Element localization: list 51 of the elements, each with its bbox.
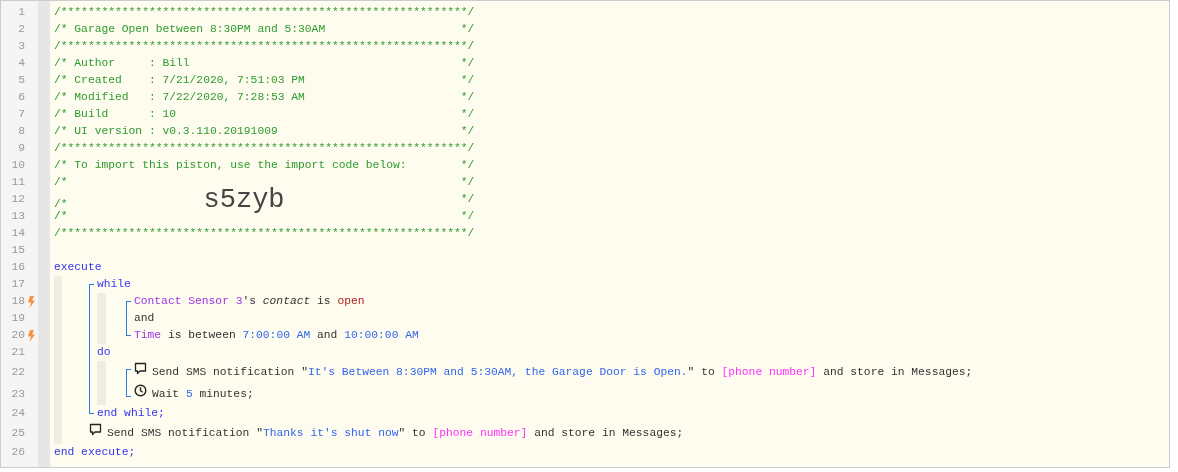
- line-number: 22: [11, 364, 25, 380]
- code-line: Contact Sensor 3's contact is open: [134, 294, 365, 310]
- line-number: 1: [18, 5, 25, 21]
- line-number: 11: [11, 175, 25, 191]
- line-number: 26: [11, 445, 25, 461]
- line-number: 15: [11, 243, 25, 259]
- code-line: and: [134, 311, 155, 327]
- code-line: Send SMS notification "It's Between 8:30PM and 5:30AM, the Garage Door is Open." to [phone number] and store in Messages;: [152, 364, 973, 380]
- line-number: 9: [18, 141, 25, 157]
- line-number: 25: [11, 425, 25, 441]
- code-line: /* Author : Bill */: [54, 56, 475, 72]
- clock-icon: [134, 384, 147, 397]
- code-line: /************************************************************/: [54, 39, 475, 55]
- code-line: /************************************************************/: [54, 5, 475, 21]
- line-number: 19: [11, 311, 25, 327]
- line-number: 23: [11, 386, 25, 402]
- line-number: 10: [11, 158, 25, 174]
- code-line: end while;: [97, 406, 165, 422]
- code-line: /************************************************************/: [54, 141, 475, 157]
- line-number: 17: [11, 277, 25, 293]
- line-number: 8: [18, 124, 25, 140]
- code-line: /* To import this piston, use the import code below: */: [54, 158, 475, 174]
- line-number: 4: [18, 56, 25, 72]
- line-number: 12: [11, 192, 25, 208]
- speech-bubble-icon: [134, 362, 147, 375]
- code-line: /* Created : 7/21/2020, 7:51:03 PM */: [54, 73, 475, 89]
- code-line: Time is between 7:00:00 AM and 10:00:00 AM: [134, 328, 419, 344]
- line-number: 16: [11, 260, 25, 276]
- code-line: /************************************************************/: [54, 226, 475, 242]
- line-number: 24: [11, 406, 25, 422]
- line-number: 18: [11, 294, 25, 310]
- line-number: 5: [18, 73, 25, 89]
- line-number: 21: [11, 345, 25, 361]
- code-line: /* Build : 10 */: [54, 107, 475, 123]
- line-number: 6: [18, 90, 25, 106]
- code-line: Send SMS notification "Thanks it's shut now" to [phone number] and store in Messages;: [107, 425, 684, 441]
- code-line: end execute;: [54, 445, 136, 461]
- code-line: /* UI version : v0.3.110.20191009 */: [54, 124, 475, 140]
- line-number: 2: [18, 22, 25, 38]
- line-number: 14: [11, 226, 25, 242]
- line-number: 3: [18, 39, 25, 55]
- code-line: while: [97, 277, 131, 293]
- code-line: Wait 5 minutes;: [152, 386, 254, 402]
- line-number: 20: [11, 328, 25, 344]
- speech-bubble-icon: [89, 423, 102, 436]
- code-line: /* Garage Open between 8:30PM and 5:30AM */: [54, 22, 475, 38]
- line-number: 13: [11, 209, 25, 225]
- code-line: execute: [54, 260, 102, 276]
- code-line: do: [97, 345, 111, 361]
- code-line: /* Modified : 7/22/2020, 7:28:53 AM */: [54, 90, 475, 106]
- line-number: 7: [18, 107, 25, 123]
